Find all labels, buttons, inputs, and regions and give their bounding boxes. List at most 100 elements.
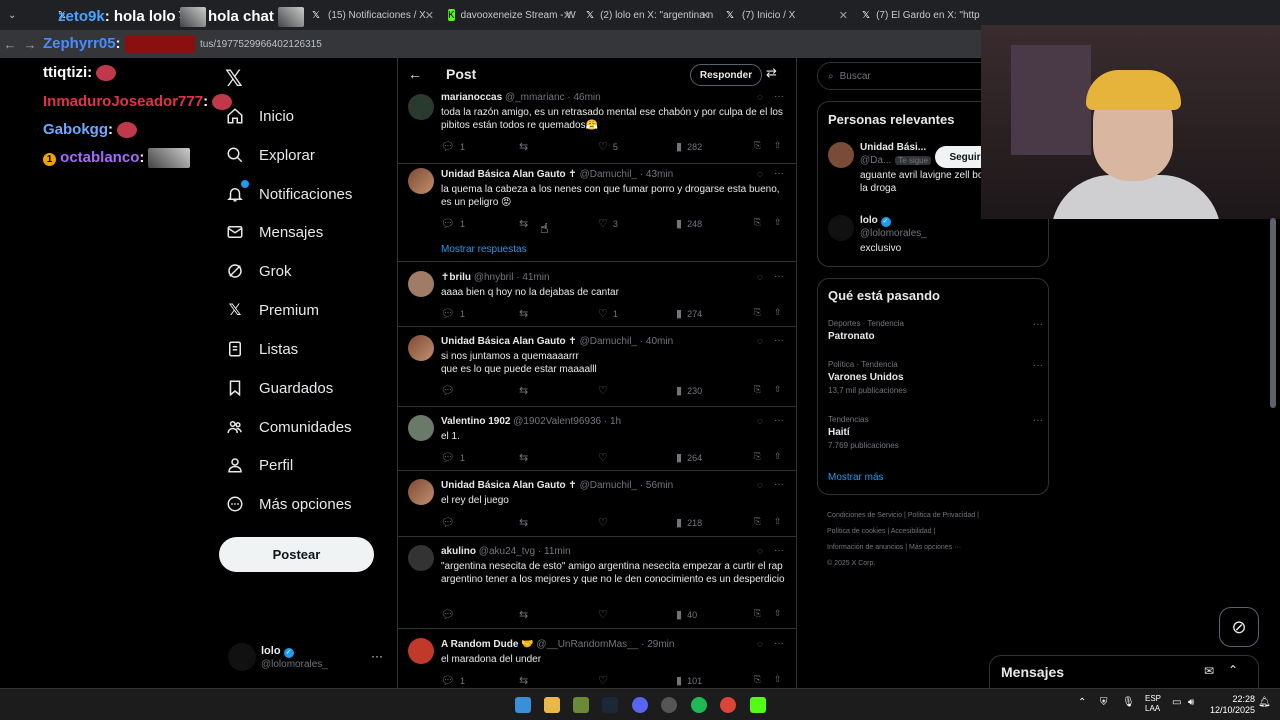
back-arrow-icon[interactable]: ←	[408, 66, 422, 82]
close-icon[interactable]: ✕	[701, 9, 710, 22]
nav-listas[interactable]: Listas	[225, 337, 298, 361]
like-action[interactable]: ♡ 3	[598, 217, 618, 230]
close-icon[interactable]: ✕	[425, 9, 434, 22]
views-action[interactable]: ▮ 218	[676, 516, 702, 529]
grok-icon[interactable]: ◌	[757, 416, 763, 427]
grok-icon[interactable]: ◌	[757, 272, 763, 283]
grok-icon[interactable]: ◌	[757, 546, 763, 557]
reply-tweet[interactable]: Unidad Básica Alan Gauto ✝ @Damuchil_ · …	[398, 327, 796, 407]
nav-inicio[interactable]: Inicio	[225, 104, 294, 128]
share-icon[interactable]: ⇧	[774, 307, 782, 318]
reply-action[interactable]: 💬︎ 1	[441, 217, 465, 230]
bookmark-icon[interactable]: ⎘	[754, 516, 761, 527]
trend-item[interactable]: Deportes · Tendencia Patronato ···	[828, 319, 1043, 342]
grok-icon[interactable]: ◌	[757, 169, 763, 180]
share-icon[interactable]: ⇧	[774, 140, 782, 151]
bookmark-icon[interactable]: ⎘	[754, 674, 761, 685]
chevron-up-icon[interactable]: ⌃	[1078, 697, 1086, 708]
more-icon[interactable]: ···	[1033, 360, 1043, 371]
nav-comunidades[interactable]: Comunidades	[225, 415, 352, 439]
more-icon[interactable]: ···	[774, 335, 784, 346]
url-field[interactable]: tus/1977529966402126315	[200, 39, 322, 50]
bookmark-icon[interactable]: ⎘	[754, 307, 761, 318]
trend-item[interactable]: Política · Tendencia Varones Unidos 13,7…	[828, 360, 1043, 395]
nav-perfil[interactable]: Perfil	[225, 453, 293, 477]
avatar[interactable]	[408, 545, 434, 571]
back-icon[interactable]: ←	[0, 37, 20, 52]
kick-icon[interactable]	[750, 697, 766, 713]
reply-tweet[interactable]: akulino @aku24_tvg · 11min ◌ ··· "argenti…	[398, 537, 796, 629]
close-icon[interactable]: ✕	[563, 9, 572, 22]
footer-link[interactable]: Condiciones de Servicio	[827, 512, 902, 519]
avatar[interactable]	[408, 415, 434, 441]
avatar[interactable]	[408, 168, 434, 194]
tab-menu[interactable]: ⌄	[0, 0, 48, 30]
avatar[interactable]	[828, 142, 854, 168]
more-icon[interactable]: ···	[1033, 415, 1043, 426]
share-icon[interactable]: ⇧	[774, 451, 782, 462]
nav-guardados[interactable]: Guardados	[225, 376, 333, 400]
avatar[interactable]	[408, 638, 434, 664]
reply-action[interactable]: 💬︎	[441, 384, 460, 397]
bookmark-icon[interactable]: ⎘	[754, 384, 761, 395]
filter-icon[interactable]: ⇄	[766, 65, 777, 81]
nav-grok[interactable]: Grok	[225, 259, 292, 283]
repost-action[interactable]: ⇆	[519, 516, 533, 529]
trend-item[interactable]: Tendencias Haití 7.769 publicaciones ···	[828, 415, 1043, 450]
network-icon[interactable]: ▭	[1172, 697, 1181, 708]
bookmark-icon[interactable]: ⎘	[754, 217, 761, 228]
browser-tab-5[interactable]: 𝕏 (2) lolo en X: "argentina n ✕	[578, 0, 716, 30]
reply-tweet[interactable]: ✝brilu @hnybril · 41min ◌ ··· aaaa bien q…	[398, 262, 796, 327]
nav-explorar[interactable]: Explorar	[225, 143, 315, 167]
more-icon[interactable]: ···	[774, 479, 784, 490]
messages-drawer[interactable]: Mensajes ✉ ⌃	[989, 655, 1259, 688]
avatar[interactable]	[828, 215, 854, 241]
share-icon[interactable]: ⇧	[774, 516, 782, 527]
reply-tweet[interactable]: A Random Dude 🤝 @__UnRandomMas__ · 29min…	[398, 629, 796, 688]
bookmark-icon[interactable]: ⎘	[754, 608, 761, 619]
grok-icon[interactable]: ◌	[757, 639, 763, 650]
forward-icon[interactable]: →	[20, 37, 40, 52]
chrome-icon[interactable]	[720, 697, 736, 713]
bookmark-icon[interactable]: ⎘	[754, 451, 761, 462]
discord-icon[interactable]	[632, 697, 648, 713]
browser-tab-7[interactable]: 𝕏 (7) El Gardo en X: "https	[854, 0, 980, 30]
like-action[interactable]: ♡	[598, 384, 613, 397]
footer-link[interactable]: Política de cookies	[827, 528, 885, 535]
reply-tweet[interactable]: Valentino 1902 @1902Valent96936 · 1h ◌ ··…	[398, 407, 796, 471]
windows-start-icon[interactable]	[515, 697, 531, 713]
browser-tab-4[interactable]: Kdavooxeneize Stream - W ✕	[440, 0, 578, 30]
x-logo-icon[interactable]: 𝕏	[225, 66, 243, 92]
avatar[interactable]	[408, 271, 434, 297]
repost-action[interactable]: ⇆	[519, 451, 533, 464]
repost-action[interactable]: ⇆	[519, 217, 533, 230]
share-icon[interactable]: ⇧	[774, 217, 782, 228]
file-explorer-icon[interactable]	[544, 697, 560, 713]
like-action[interactable]: ♡	[598, 451, 613, 464]
repost-action[interactable]: ⇆	[519, 384, 533, 397]
avatar[interactable]	[408, 335, 434, 361]
mic-icon[interactable]: 🎙︎	[1122, 697, 1135, 708]
relevant-person[interactable]: lolo ✓ @lolomorales_ exclusivo	[828, 215, 1048, 260]
account-switcher[interactable]: lolo ✓ @lolomorales_ ···	[228, 643, 388, 677]
reply-button[interactable]: Responder	[690, 64, 762, 86]
repost-action[interactable]: ⇆	[519, 674, 533, 687]
avatar[interactable]	[408, 94, 434, 120]
expand-icon[interactable]: ⌃	[1228, 663, 1238, 677]
more-icon[interactable]: ···	[774, 638, 784, 649]
reply-action[interactable]: 💬︎ 1	[441, 307, 465, 320]
avatar[interactable]	[408, 479, 434, 505]
more-icon[interactable]: ···	[774, 415, 784, 426]
footer-link[interactable]: Información de anuncios	[827, 544, 903, 551]
security-icon[interactable]: ⛨	[1100, 697, 1108, 708]
nav-notificaciones[interactable]: Notificaciones	[225, 180, 352, 206]
views-action[interactable]: ▮ 282	[676, 140, 702, 153]
like-action[interactable]: ♡ 1	[598, 307, 618, 320]
views-action[interactable]: ▮ 264	[676, 451, 702, 464]
show-more-link[interactable]: Mostrar más	[828, 472, 884, 483]
browser-tab-3[interactable]: 𝕏 (15) Notificaciones / X ✕	[302, 0, 440, 30]
close-icon[interactable]: ✕	[839, 9, 848, 22]
post-button[interactable]: Postear	[219, 537, 374, 572]
steam-icon[interactable]	[602, 697, 618, 713]
clock[interactable]: 22:28 12/10/2025	[1205, 694, 1255, 716]
